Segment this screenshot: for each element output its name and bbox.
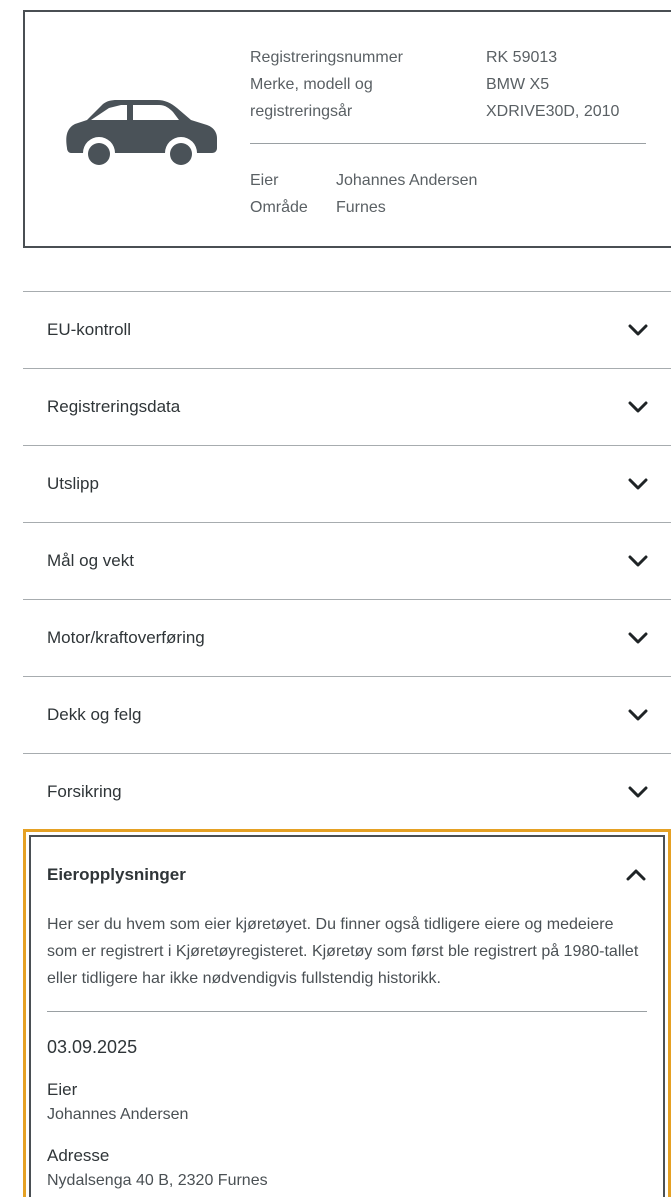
area-row: Område Furnes [250, 194, 477, 221]
registration-details: Registreringsnummer RK 59013 Merke, mode… [250, 44, 619, 125]
accordion-label: Motor/kraftoverføring [47, 628, 205, 647]
owner-info-divider [47, 1011, 647, 1012]
owner-info-focus-outline: Eieropplysninger Her ser du hvem som eie… [23, 829, 671, 1197]
registration-number-value: RK 59013 [486, 49, 558, 66]
details-accordion: EU-kontroll Registreringsdata Utslipp Må… [23, 291, 671, 830]
owner-field-value: Johannes Andersen [47, 1106, 189, 1123]
owner-field-label: Eier [47, 1080, 78, 1099]
accordion-eieropplysninger: Eieropplysninger Her ser du hvem som eie… [29, 835, 665, 1197]
accordion-motor-kraftoverforing[interactable]: Motor/kraftoverføring [23, 599, 671, 676]
owner-label: Eier [250, 172, 279, 189]
model-value-line-1: BMW X5 [486, 76, 550, 93]
chevron-up-icon[interactable] [625, 865, 647, 885]
area-label: Område [250, 199, 308, 216]
area-value: Furnes [336, 199, 386, 216]
model-row-2: registreringsår XDRIVE30D, 2010 [250, 98, 619, 125]
registration-number-label: Registreringsnummer [250, 49, 403, 66]
card-divider [250, 143, 646, 144]
accordion-header-eieropplysninger[interactable]: Eieropplysninger [47, 865, 186, 885]
accordion-label: Mål og vekt [47, 551, 134, 570]
address-field-value: Nydalsenga 40 B, 2320 Furnes [47, 1172, 268, 1189]
owner-summary: Eier Johannes Andersen Område Furnes [250, 167, 477, 221]
owner-value: Johannes Andersen [336, 172, 478, 189]
accordion-dekk-og-felg[interactable]: Dekk og felg [23, 676, 671, 753]
accordion-label: Forsikring [47, 782, 122, 801]
model-label-line-1: Merke, modell og [250, 76, 373, 93]
accordion-label: Utslipp [47, 474, 99, 493]
registration-number-row: Registreringsnummer RK 59013 [250, 44, 619, 71]
accordion-maal-og-vekt[interactable]: Mål og vekt [23, 522, 671, 599]
ownership-date: 03.09.2025 [47, 1037, 138, 1057]
chevron-down-icon [628, 324, 648, 336]
accordion-registreringsdata[interactable]: Registreringsdata [23, 368, 671, 445]
chevron-down-icon [628, 786, 648, 798]
chevron-down-icon [628, 478, 648, 490]
address-field-label: Adresse [47, 1146, 110, 1165]
owner-info-description: Her ser du hvem som eier kjøretøyet. Du … [47, 916, 639, 987]
model-row-1: Merke, modell og BMW X5 [250, 71, 619, 98]
accordion-label: Dekk og felg [47, 705, 142, 724]
model-label-line-2: registreringsår [250, 103, 353, 120]
car-icon [66, 100, 217, 167]
chevron-down-icon [628, 555, 648, 567]
accordion-eu-kontroll[interactable]: EU-kontroll [23, 291, 671, 368]
accordion-forsikring[interactable]: Forsikring [23, 753, 671, 830]
chevron-down-icon [628, 401, 648, 413]
owner-row: Eier Johannes Andersen [250, 167, 477, 194]
accordion-label: EU-kontroll [47, 320, 132, 339]
accordion-label: Registreringsdata [47, 397, 181, 416]
accordion-utslipp[interactable]: Utslipp [23, 445, 671, 522]
chevron-down-icon [628, 632, 648, 644]
chevron-down-icon [628, 709, 648, 721]
vehicle-info-page: Registreringsnummer RK 59013 Merke, mode… [0, 0, 671, 1197]
vehicle-summary-card: Registreringsnummer RK 59013 Merke, mode… [23, 10, 671, 248]
model-value-line-2: XDRIVE30D, 2010 [486, 103, 620, 120]
